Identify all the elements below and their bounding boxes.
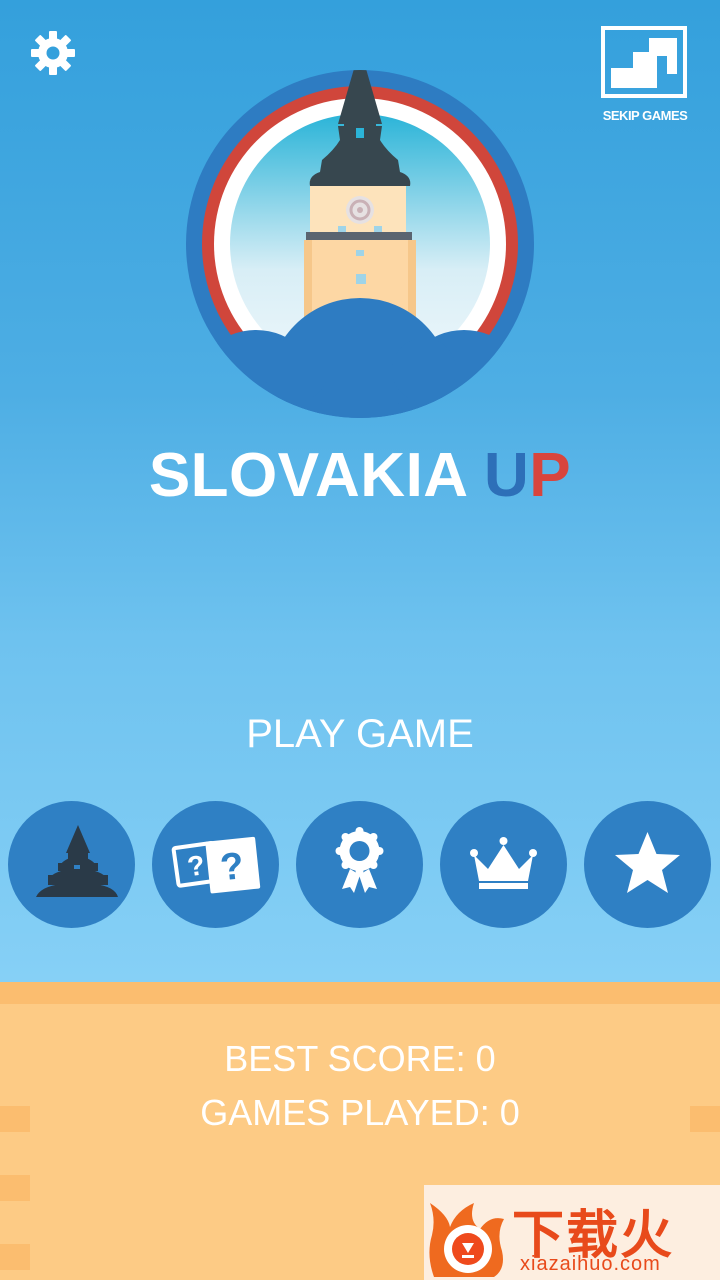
best-score-text: BEST SCORE: 0 (224, 1038, 496, 1079)
watermark: 下载火 xiazaihuo.com (424, 1185, 720, 1280)
rate-button[interactable] (584, 801, 711, 928)
brand-logo[interactable]: SEKIP GAMES (598, 26, 692, 128)
tower-emblem (186, 70, 534, 418)
game-title: SLOVAKIA UP (0, 440, 720, 511)
award-ribbon-icon (335, 827, 384, 893)
tower-button[interactable] (8, 801, 135, 928)
quiz-button[interactable]: ? ? (152, 801, 279, 928)
games-played-text: GAMES PLAYED: 0 (200, 1092, 520, 1133)
brand-name: SEKIP GAMES (602, 108, 688, 123)
star-icon (615, 832, 680, 893)
question-cards-icon: ? ? (171, 836, 261, 894)
ground-block (0, 1244, 30, 1270)
game-title-main: SLOVAKIA (148, 441, 485, 510)
crown-icon (470, 837, 537, 889)
settings-button[interactable] (30, 30, 76, 76)
game-title-u: U (484, 441, 530, 510)
game-title-p: P (529, 441, 572, 510)
watermark-url: xiazaihuo.com (520, 1253, 661, 1275)
gear-icon (31, 31, 75, 75)
achievements-button[interactable] (296, 801, 423, 928)
play-game-button[interactable]: PLAY GAME (0, 712, 720, 757)
leaderboard-button[interactable] (440, 801, 567, 928)
tower-icon (36, 825, 118, 897)
svg-text:?: ? (218, 845, 245, 889)
brand-logo-mark (601, 26, 687, 98)
ground-edge (0, 982, 720, 1004)
ground-block (0, 1175, 30, 1201)
flame-logo-icon (429, 1203, 504, 1277)
